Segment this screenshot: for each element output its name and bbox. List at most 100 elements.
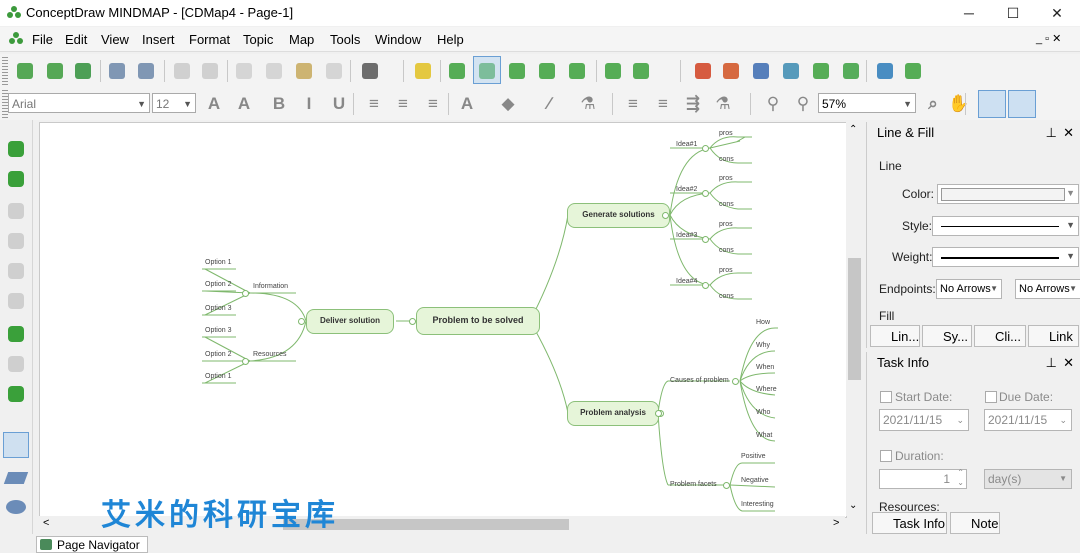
endpoint-start-select[interactable]: No Arrows ▼ (936, 279, 1002, 299)
vertical-scroll-thumb[interactable] (848, 258, 861, 380)
scroll-left-icon[interactable]: < (43, 517, 49, 529)
export-html-button[interactable] (810, 60, 832, 82)
menu-help[interactable]: Help (437, 32, 464, 47)
topic-option[interactable]: Option 3 (205, 327, 231, 334)
undo-button[interactable] (171, 60, 193, 82)
endpoint-end-select[interactable]: No Arrows ▼ (1015, 279, 1080, 299)
menu-view[interactable]: View (101, 32, 129, 47)
pin-icon[interactable]: ⊥ (1046, 352, 1057, 374)
topic-fill-button[interactable]: ◆ (497, 93, 519, 115)
collapse-toggle-icon[interactable] (732, 378, 739, 385)
topic-idea[interactable]: Idea#2 (676, 186, 697, 193)
color-picker[interactable]: ▼ (937, 184, 1079, 204)
edit-mode-button[interactable] (978, 90, 1006, 118)
export-ppt-button[interactable] (720, 60, 742, 82)
line-color-button[interactable]: ∕ (538, 93, 560, 115)
topic-central[interactable]: Problem to be solved (416, 307, 540, 335)
outdent-button[interactable]: ≡ (652, 93, 674, 115)
hand-tool-button[interactable]: ✋ (948, 93, 970, 115)
idea-button[interactable] (412, 60, 434, 82)
grow-font-button[interactable]: A (203, 93, 225, 115)
add-relation-button[interactable] (5, 290, 27, 312)
shrink-font-button[interactable]: A (233, 93, 255, 115)
topic-cause-item[interactable]: Why (756, 342, 770, 349)
topic-facets[interactable]: Problem facets (670, 481, 717, 488)
tab-link[interactable]: Link (1028, 325, 1079, 347)
add-topic-button[interactable] (5, 138, 27, 160)
topic-information[interactable]: Information (253, 283, 288, 290)
add-note-button[interactable] (5, 323, 27, 345)
topic-cons[interactable]: cons (719, 156, 734, 163)
italic-button[interactable]: I (298, 93, 320, 115)
topic-cons[interactable]: cons (719, 247, 734, 254)
scroll-right-icon[interactable]: > (833, 517, 839, 529)
topic-facet-item[interactable]: Negative (741, 477, 769, 484)
copy-button[interactable] (263, 60, 285, 82)
collapse-toggle-icon[interactable] (702, 190, 709, 197)
font-size-select[interactable]: 12 ▼ (152, 93, 196, 113)
presentation-mode-button[interactable] (1008, 90, 1036, 118)
mdi-controls[interactable]: _ ▫ ✕ (1036, 32, 1061, 45)
export-excel-button[interactable] (840, 60, 862, 82)
tab-note[interactable]: Note (950, 512, 1000, 534)
topic-cause-item[interactable]: Where (756, 386, 777, 393)
ellipse-tool-icon[interactable] (6, 500, 26, 514)
topic-pros[interactable]: pros (719, 130, 733, 137)
topic-cause-item[interactable]: How (756, 319, 770, 326)
export-pdf-button[interactable] (692, 60, 714, 82)
layout-horizontal-button[interactable] (874, 60, 896, 82)
align-center-button[interactable]: ≡ (392, 93, 414, 115)
indent-button[interactable]: ≡ (622, 93, 644, 115)
menu-map[interactable]: Map (289, 32, 314, 47)
topic-generate-solutions[interactable]: Generate solutions (567, 203, 670, 228)
add-floating-button[interactable] (5, 230, 27, 252)
print-preview-button[interactable] (135, 60, 157, 82)
relationship-button[interactable]: ⇶ (682, 93, 704, 115)
collapse-toggle-icon[interactable] (655, 410, 662, 417)
topic-option[interactable]: Option 2 (205, 281, 231, 288)
menu-topic[interactable]: Topic (243, 32, 273, 47)
minimize-button[interactable]: ─ (946, 0, 992, 26)
style-painter-button[interactable]: ⚗ (712, 93, 734, 115)
export-project-button[interactable] (750, 60, 772, 82)
pin-icon[interactable]: ⊥ (1046, 122, 1057, 144)
menu-insert[interactable]: Insert (142, 32, 175, 47)
close-panel-icon[interactable]: ✕ (1063, 352, 1074, 374)
cut-button[interactable] (233, 60, 255, 82)
collapse-toggle-icon[interactable] (242, 358, 249, 365)
collapse-toggle-icon[interactable] (409, 318, 416, 325)
new-map-button[interactable] (14, 60, 36, 82)
page-navigator-tab[interactable]: Page Navigator (36, 536, 148, 553)
align-right-button[interactable]: ≡ (422, 93, 444, 115)
scroll-up-icon[interactable]: ⌃ (849, 124, 857, 135)
start-date-checkbox[interactable] (880, 391, 892, 403)
topic-facet-item[interactable]: Interesting (741, 501, 774, 508)
map-canvas[interactable]: Problem to be solved Generate solutions De… (39, 122, 847, 518)
map-right-button[interactable] (446, 60, 468, 82)
numbering-button[interactable] (602, 60, 624, 82)
add-attachment-button[interactable] (5, 383, 27, 405)
map-spider-button[interactable] (506, 60, 528, 82)
topic-deliver-solution[interactable]: Deliver solution (306, 309, 394, 334)
close-button[interactable]: ✕ (1034, 0, 1080, 26)
open-button[interactable] (44, 60, 66, 82)
bold-button[interactable]: B (268, 93, 290, 115)
topic-option[interactable]: Option 1 (205, 373, 231, 380)
collapse-toggle-icon[interactable] (662, 212, 669, 219)
topic-cause-item[interactable]: When (756, 364, 774, 371)
style-select[interactable]: ▼ (932, 216, 1079, 236)
stepper-arrows-icon[interactable]: ⌃ ⌄ (957, 468, 964, 488)
collapse-toggle-icon[interactable] (242, 290, 249, 297)
due-date-picker[interactable]: 2021/11/15 ⌄ (984, 409, 1072, 431)
topic-idea[interactable]: Idea#4 (676, 278, 697, 285)
topic-option[interactable]: Option 1 (205, 259, 231, 266)
layout-vertical-button[interactable] (902, 60, 924, 82)
map-radial-button-selected[interactable] (473, 56, 501, 84)
add-boundary-button[interactable] (5, 260, 27, 282)
zoom-out-button[interactable]: ⚲ (792, 93, 814, 115)
add-subtopic-button[interactable] (5, 168, 27, 190)
tab-clipart[interactable]: Cli... (974, 325, 1026, 347)
menu-window[interactable]: Window (375, 32, 421, 47)
due-date-checkbox[interactable] (985, 391, 997, 403)
topic-pros[interactable]: pros (719, 221, 733, 228)
